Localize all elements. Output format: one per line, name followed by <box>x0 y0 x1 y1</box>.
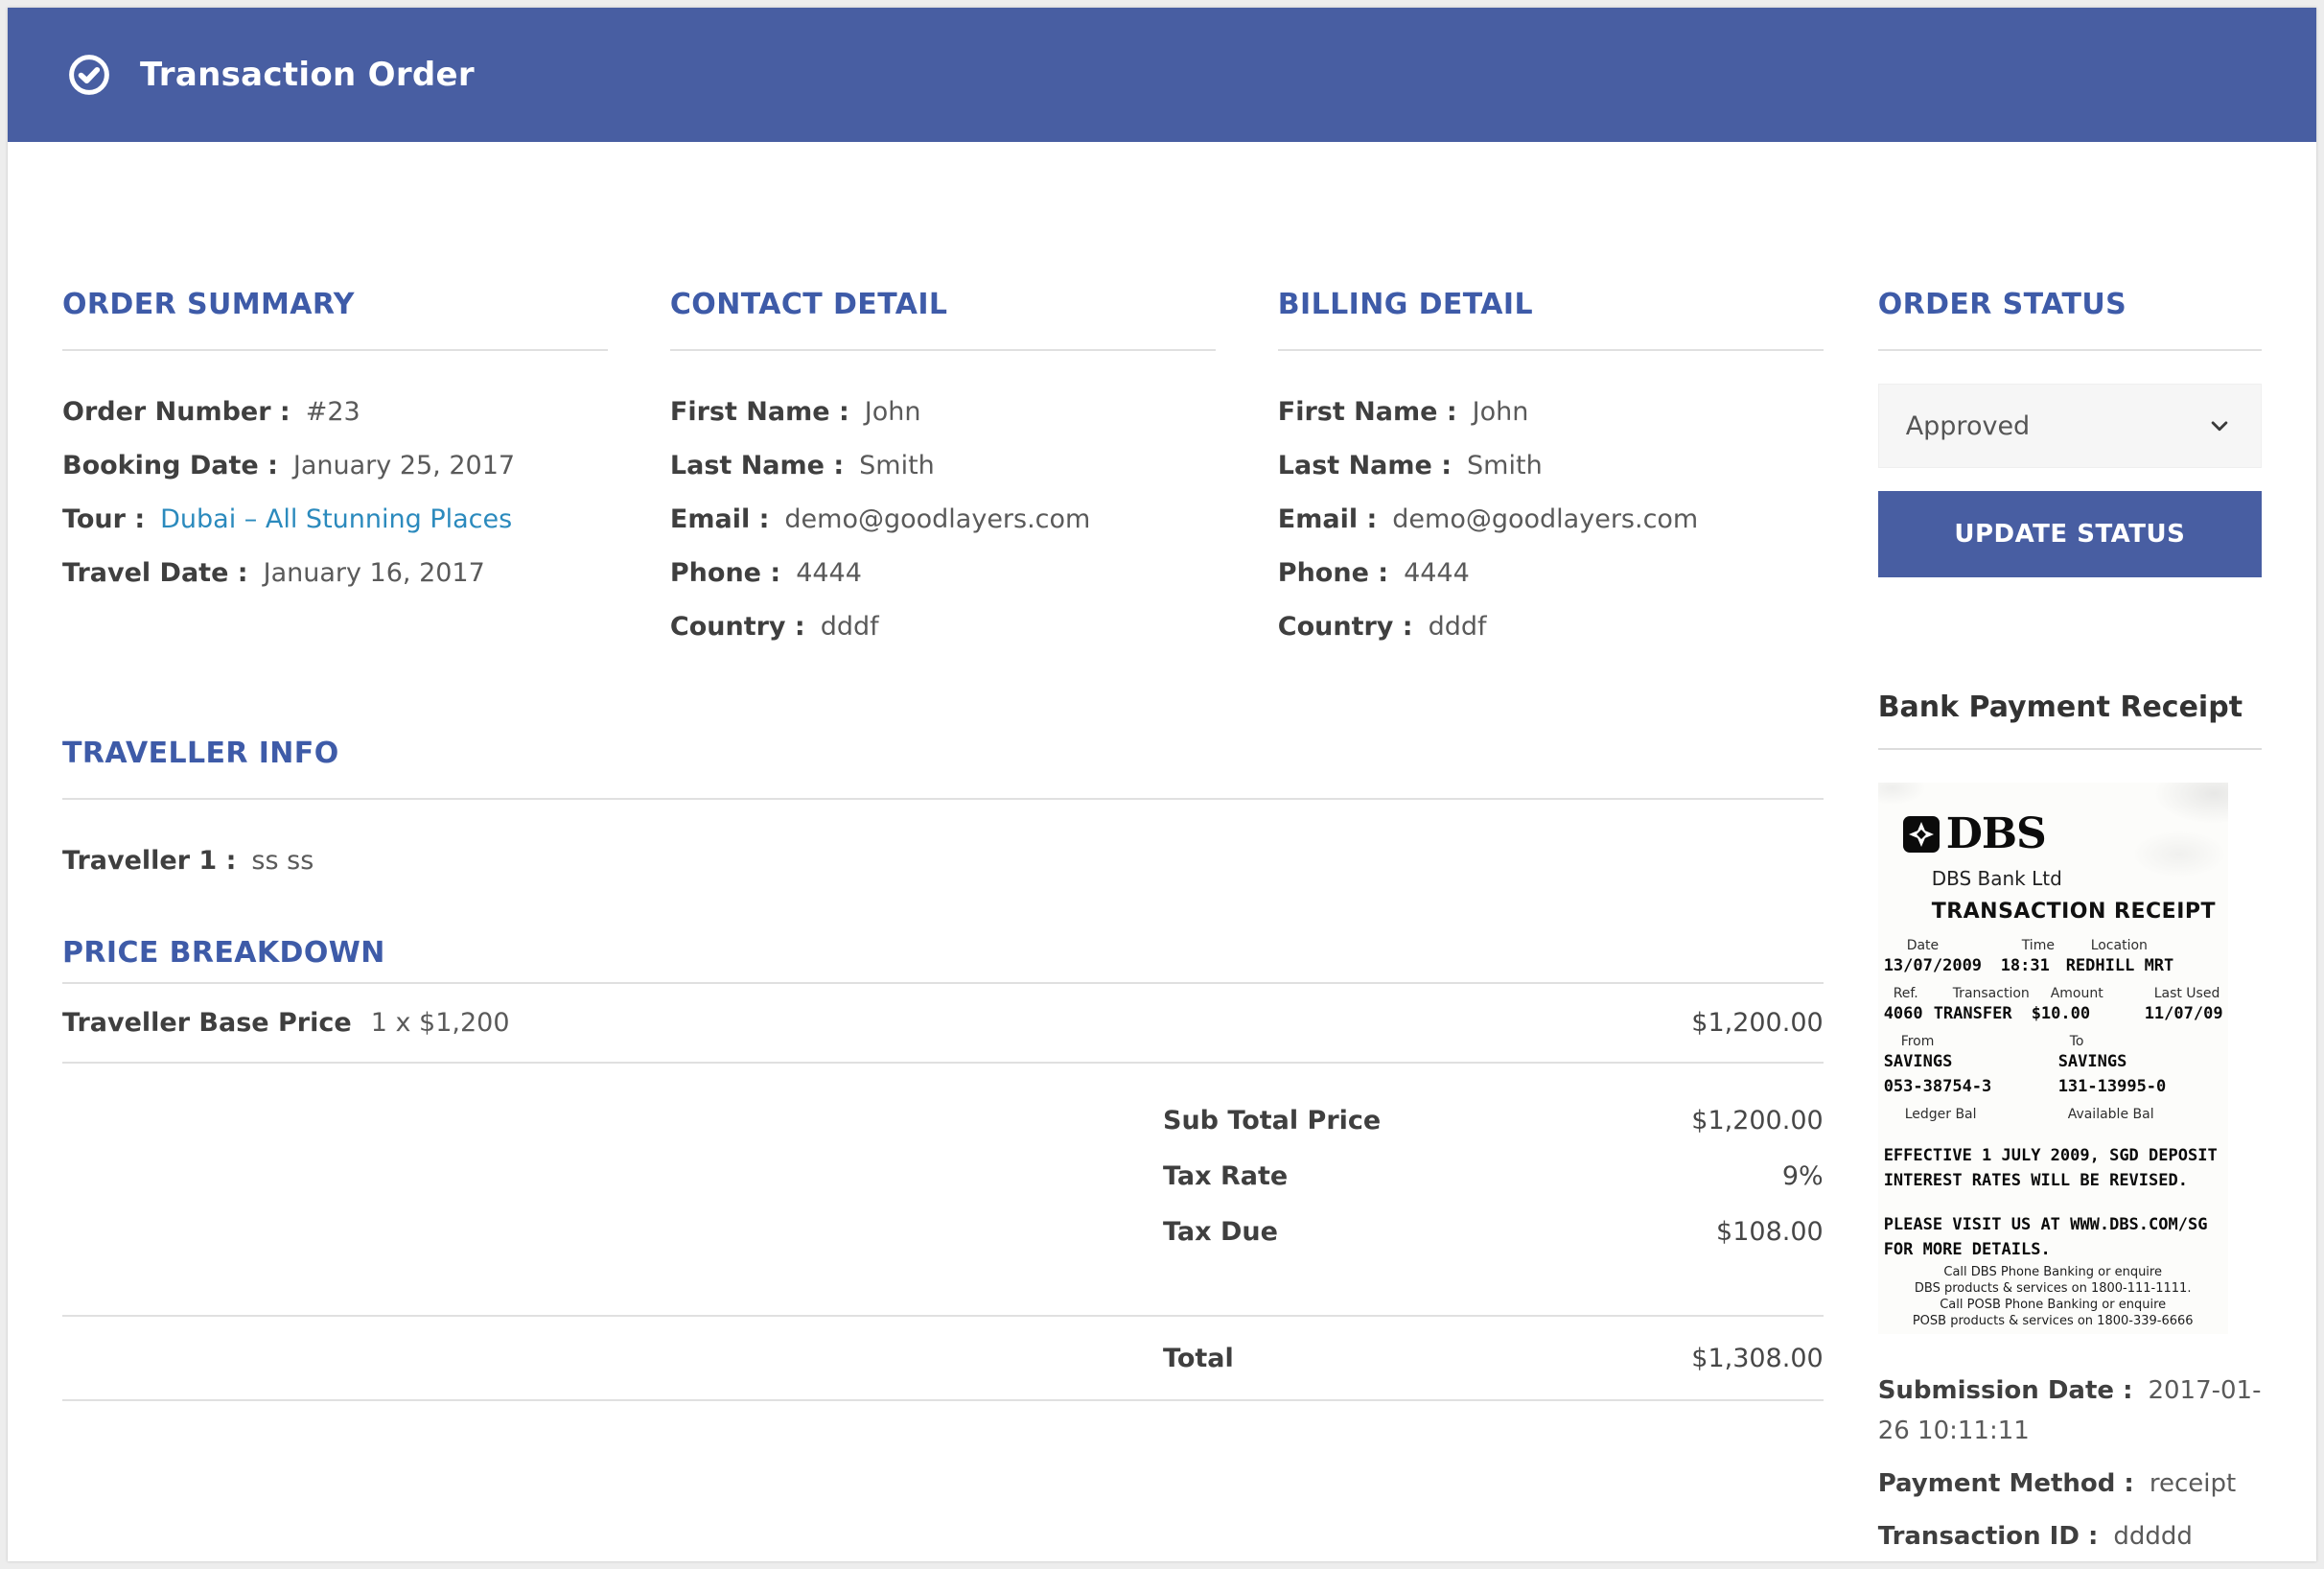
receipt-time: 18:31 <box>2001 956 2050 975</box>
order-status-section: ORDER STATUS Approved UPDATE STATUS <box>1878 286 2262 577</box>
divider <box>62 349 608 351</box>
contact-detail-section: CONTACT DETAIL First Name :John Last Nam… <box>670 286 1216 654</box>
receipt-amount: $10.00 <box>2032 1004 2090 1023</box>
travel-date-field: Travel Date :January 16, 2017 <box>62 547 608 600</box>
billing-phone-field: Phone :4444 <box>1278 547 1824 600</box>
contact-phone-field: Phone :4444 <box>670 547 1216 600</box>
receipt-amount-label: Amount <box>2051 986 2103 1001</box>
main-panel: ORDER SUMMARY Order Number :#23 Booking … <box>62 142 1824 1557</box>
divider <box>670 349 1216 351</box>
order-status-select[interactable]: Approved <box>1878 384 2262 468</box>
dbs-logo-text: DBS <box>1946 809 2046 858</box>
receipt-notice-visit: PLEASE VISIT US AT WWW.DBS.COM/SG FOR MO… <box>1884 1212 2208 1262</box>
receipt-to-type: SAVINGS <box>2058 1052 2127 1071</box>
billing-first-name-field: First Name :John <box>1278 386 1824 439</box>
receipt-location: REDHILL MRT <box>2066 956 2174 975</box>
receipt-location-label: Location <box>2091 938 2148 953</box>
contact-last-name-field: Last Name :Smith <box>670 439 1216 493</box>
subtotal-row: Sub Total Price $1,200.00 <box>1163 1092 1824 1148</box>
dbs-logo-icon: DBS <box>1903 809 2046 858</box>
booking-date-field: Booking Date :January 25, 2017 <box>62 439 608 493</box>
divider <box>1878 748 2262 750</box>
tour-field: Tour :Dubai – All Stunning Places <box>62 493 608 547</box>
price-line-item: Traveller Base Price 1 x $1,200 $1,200.0… <box>62 984 1824 1064</box>
content: ORDER SUMMARY Order Number :#23 Booking … <box>8 142 2316 1557</box>
receipt-ref-label: Ref. <box>1894 986 1918 1001</box>
traveller-info-title: TRAVELLER INFO <box>62 735 1824 773</box>
tax-rate-row: Tax Rate 9% <box>1163 1148 1824 1204</box>
bank-receipt-title: Bank Payment Receipt <box>1878 689 2262 727</box>
order-number-field: Order Number :#23 <box>62 386 608 439</box>
receipt-from-type: SAVINGS <box>1884 1052 1953 1071</box>
price-breakdown-section: PRICE BREAKDOWN Traveller Base Price 1 x… <box>62 934 1824 1401</box>
receipt-notice-rates: EFFECTIVE 1 JULY 2009, SGD DEPOSIT INTER… <box>1884 1143 2218 1193</box>
order-summary-title: ORDER SUMMARY <box>62 286 608 324</box>
billing-email-field: Email :demo@goodlayers.com <box>1278 493 1824 547</box>
receipt-bank-name: DBS Bank Ltd <box>1932 867 2062 890</box>
receipt-footer: Call DBS Phone Banking or enquire DBS pr… <box>1878 1264 2228 1329</box>
page-title: Transaction Order <box>140 56 475 94</box>
billing-detail-title: BILLING DETAIL <box>1278 286 1824 324</box>
receipt-to-account: 131-13995-0 <box>2058 1077 2167 1096</box>
update-status-button[interactable]: UPDATE STATUS <box>1878 491 2262 577</box>
receipt-ledger-label: Ledger Bal <box>1905 1107 1977 1122</box>
page-header: Transaction Order <box>8 8 2316 142</box>
chevron-down-icon <box>2205 411 2234 440</box>
contact-first-name-field: First Name :John <box>670 386 1216 439</box>
check-circle-icon <box>67 53 111 97</box>
receipt-time-label: Time <box>2022 938 2055 953</box>
receipt-last-used: 11/07/09 <box>2145 1004 2223 1023</box>
billing-country-field: Country :dddf <box>1278 600 1824 654</box>
billing-detail-section: BILLING DETAIL First Name :John Last Nam… <box>1278 286 1824 654</box>
tour-link[interactable]: Dubai – All Stunning Places <box>160 504 512 534</box>
receipt-from-account: 053-38754-3 <box>1884 1077 1992 1096</box>
price-summary: Sub Total Price $1,200.00 Tax Rate 9% Ta… <box>62 1064 1824 1317</box>
contact-email-field: Email :demo@goodlayers.com <box>670 493 1216 547</box>
transaction-id-field: Transaction ID :ddddd <box>1878 1516 2262 1557</box>
traveller-info-section: TRAVELLER INFO Traveller 1 :ss ss <box>62 735 1824 888</box>
page: Transaction Order ORDER SUMMARY Order Nu… <box>8 8 2316 1561</box>
order-status-title: ORDER STATUS <box>1878 286 2262 324</box>
receipt-transaction-label: Transaction <box>1953 986 2030 1001</box>
contact-detail-title: CONTACT DETAIL <box>670 286 1216 324</box>
traveller-1-field: Traveller 1 :ss ss <box>62 834 1824 888</box>
sidebar: ORDER STATUS Approved UPDATE STATUS Bank… <box>1878 142 2262 1557</box>
order-status-selected-value: Approved <box>1906 411 2031 441</box>
receipt-to-label: To <box>2070 1034 2084 1049</box>
receipt-available-label: Available Bal <box>2068 1107 2154 1122</box>
receipt-from-label: From <box>1901 1034 1935 1049</box>
receipt-doc-title: TRANSACTION RECEIPT <box>1932 900 2216 924</box>
contact-country-field: Country :dddf <box>670 600 1216 654</box>
line-item-amount: $1,200.00 <box>1691 1008 1823 1038</box>
total-row: Total $1,308.00 <box>62 1317 1824 1401</box>
receipt-transaction: TRANSFER <box>1934 1004 2012 1023</box>
divider <box>1278 349 1824 351</box>
order-summary-section: ORDER SUMMARY Order Number :#23 Booking … <box>62 286 608 654</box>
billing-last-name-field: Last Name :Smith <box>1278 439 1824 493</box>
divider <box>62 798 1824 800</box>
tax-due-row: Tax Due $108.00 <box>1163 1204 1824 1259</box>
receipt-ref: 4060 <box>1884 1004 1923 1023</box>
payment-meta: Submission Date :2017-01-26 10:11:11 Pay… <box>1878 1370 2262 1557</box>
receipt-date: 13/07/2009 <box>1884 956 1982 975</box>
price-breakdown-title: PRICE BREAKDOWN <box>62 934 1824 972</box>
bank-receipt-section: Bank Payment Receipt DBS DBS Bank Ltd TR… <box>1878 689 2262 1557</box>
receipt-image[interactable]: DBS DBS Bank Ltd TRANSACTION RECEIPT Dat… <box>1878 783 2228 1334</box>
receipt-date-label: Date <box>1907 938 1939 953</box>
submission-date-field: Submission Date :2017-01-26 10:11:11 <box>1878 1370 2262 1451</box>
receipt-last-used-label: Last Used <box>2154 986 2220 1001</box>
divider <box>1878 349 2262 351</box>
payment-method-field: Payment Method :receipt <box>1878 1464 2262 1504</box>
